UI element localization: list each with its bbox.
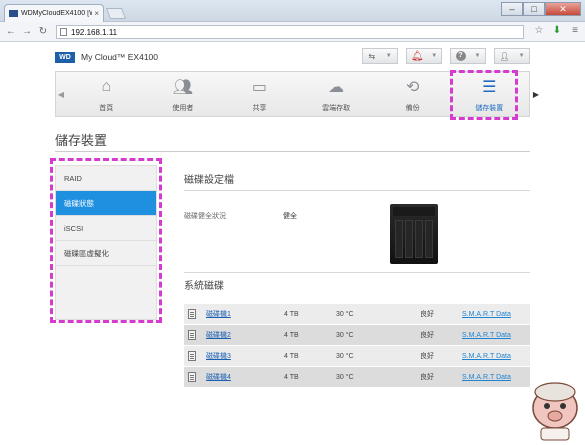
page-icon bbox=[60, 28, 67, 36]
section-divider bbox=[184, 272, 530, 273]
app-header: WD My Cloud™ EX4100 ⇆ ▼ 🔔︎ ▼ ? ▼ 👤︎ ▼ bbox=[55, 48, 530, 66]
user-icon: 👤︎ bbox=[499, 51, 510, 61]
nav-right-arrow-icon[interactable]: ▶ bbox=[531, 72, 541, 116]
disk-temperature: 30 °C bbox=[336, 331, 354, 339]
nas-device-image bbox=[390, 204, 438, 264]
disk-status: 良好 bbox=[420, 374, 434, 381]
disk-temperature: 30 °C bbox=[336, 310, 354, 318]
window-controls: – □ ✕ bbox=[501, 2, 581, 16]
app-name: My Cloud™ EX4100 bbox=[81, 52, 159, 62]
nav-home[interactable]: ⌂ 首頁 bbox=[68, 72, 145, 116]
table-row: 磁碟機2 4 TB 30 °C 良好 S.M.A.R.T Data bbox=[184, 325, 530, 346]
star-icon[interactable]: ☆ bbox=[533, 25, 545, 37]
chevron-down-icon: ▼ bbox=[474, 53, 481, 59]
browser-titlebar: WDMyCloudEX4100 [W × – □ ✕ bbox=[0, 0, 585, 22]
forward-arrow-icon[interactable]: → bbox=[20, 25, 34, 39]
disk-name-link[interactable]: 磁碟機4 bbox=[206, 372, 284, 382]
disk-status: 良好 bbox=[420, 353, 434, 360]
disk-name-link[interactable]: 磁碟機1 bbox=[206, 309, 284, 319]
disk-temperature: 30 °C bbox=[336, 373, 354, 381]
chevron-down-icon: ▼ bbox=[385, 53, 392, 59]
tab-close-icon[interactable]: × bbox=[94, 9, 99, 18]
smart-data-link[interactable]: S.M.A.R.T Data bbox=[462, 332, 530, 339]
page-title: 儲存裝置 bbox=[55, 133, 108, 148]
address-bar[interactable]: 192.168.1.11 bbox=[56, 25, 524, 39]
minimize-button[interactable]: – bbox=[501, 2, 523, 16]
browser-tab[interactable]: WDMyCloudEX4100 [W × bbox=[4, 4, 104, 22]
disk-icon bbox=[188, 309, 196, 319]
disk-icon bbox=[188, 372, 196, 382]
disk-health-value: 健全 bbox=[283, 213, 297, 220]
nav-label: 使用者 bbox=[172, 105, 194, 112]
nav-shares[interactable]: ▭ 共享 bbox=[221, 72, 298, 116]
maximize-button[interactable]: □ bbox=[523, 2, 545, 16]
user-button[interactable]: 👤︎ ▼ bbox=[494, 48, 530, 64]
title-divider bbox=[55, 151, 530, 152]
disk-size: 4 TB bbox=[284, 310, 299, 318]
section-divider bbox=[184, 190, 530, 191]
disk-size: 4 TB bbox=[284, 373, 299, 381]
browser-toolbar: ← → ↻ 192.168.1.11 ☆ ⬇ ≡ bbox=[0, 22, 585, 42]
nav-backup[interactable]: ⟲ 備份 bbox=[374, 72, 451, 116]
disk-name-link[interactable]: 磁碟機2 bbox=[206, 330, 284, 340]
home-icon: ⌂ bbox=[101, 78, 112, 95]
highlight-storage-nav bbox=[450, 70, 518, 120]
help-icon: ? bbox=[455, 51, 466, 61]
backup-icon: ⟲ bbox=[405, 79, 420, 96]
folder-icon: ▭ bbox=[251, 79, 268, 96]
new-tab-button[interactable] bbox=[105, 8, 127, 19]
nav-label: 首頁 bbox=[99, 105, 114, 112]
reload-icon[interactable]: ↻ bbox=[36, 25, 50, 39]
help-button[interactable]: ? ▼ bbox=[450, 48, 486, 64]
smart-data-link[interactable]: S.M.A.R.T Data bbox=[462, 311, 530, 318]
web-page: WD My Cloud™ EX4100 ⇆ ▼ 🔔︎ ▼ ? ▼ 👤︎ ▼ ◀ ⌂ 首頁 bbox=[0, 42, 585, 445]
highlight-sidebar bbox=[50, 158, 162, 323]
smart-data-link[interactable]: S.M.A.R.T Data bbox=[462, 353, 530, 360]
mascot-watermark-icon bbox=[532, 382, 578, 441]
chevron-down-icon: ▼ bbox=[518, 53, 525, 59]
nav-label: 備份 bbox=[405, 105, 420, 112]
users-icon: 👥︎ bbox=[172, 79, 194, 96]
nav-label: 共享 bbox=[252, 105, 267, 112]
close-window-button[interactable]: ✕ bbox=[545, 2, 581, 16]
wd-favicon-icon bbox=[9, 10, 18, 17]
disk-icon bbox=[188, 351, 196, 361]
toolbar-right-icons: ☆ ⬇ ≡ bbox=[533, 25, 581, 37]
disk-status: 良好 bbox=[420, 311, 434, 318]
disk-icon bbox=[188, 330, 196, 340]
cloud-icon: ☁ bbox=[328, 79, 345, 96]
header-controls: ⇆ ▼ 🔔︎ ▼ ? ▼ 👤︎ ▼ bbox=[362, 48, 530, 64]
menu-icon[interactable]: ≡ bbox=[569, 25, 581, 37]
nav-left-arrow-icon[interactable]: ◀ bbox=[56, 72, 66, 116]
tab-title: WDMyCloudEX4100 [W bbox=[21, 10, 93, 17]
table-row: 磁碟機4 4 TB 30 °C 良好 S.M.A.R.T Data bbox=[184, 367, 530, 388]
nav-cloud-access[interactable]: ☁ 雲端存取 bbox=[298, 72, 375, 116]
disk-health-label: 磁碟健全狀況 bbox=[184, 213, 226, 220]
table-row: 磁碟機1 4 TB 30 °C 良好 S.M.A.R.T Data bbox=[184, 304, 530, 325]
disk-size: 4 TB bbox=[284, 331, 299, 339]
table-row: 磁碟機3 4 TB 30 °C 良好 S.M.A.R.T Data bbox=[184, 346, 530, 367]
nav-users[interactable]: 👥︎ 使用者 bbox=[145, 72, 222, 116]
system-disks-table: 磁碟機1 4 TB 30 °C 良好 S.M.A.R.T Data 磁碟機2 4… bbox=[184, 304, 530, 388]
back-arrow-icon[interactable]: ← bbox=[4, 25, 18, 39]
disk-size: 4 TB bbox=[284, 352, 299, 360]
disk-temperature: 30 °C bbox=[336, 352, 354, 360]
nav-label: 雲端存取 bbox=[322, 105, 351, 112]
usb-icon: ⇆ bbox=[368, 51, 376, 61]
alerts-button[interactable]: 🔔︎ ▼ bbox=[406, 48, 442, 64]
usb-button[interactable]: ⇆ ▼ bbox=[362, 48, 398, 64]
smart-data-link[interactable]: S.M.A.R.T Data bbox=[462, 374, 530, 381]
chevron-down-icon: ▼ bbox=[431, 53, 438, 59]
disk-status: 良好 bbox=[420, 332, 434, 339]
download-arrow-icon[interactable]: ⬇ bbox=[551, 25, 563, 37]
url-text: 192.168.1.11 bbox=[71, 27, 118, 37]
system-disks-heading: 系統磁碟 bbox=[184, 281, 224, 292]
wd-logo: WD bbox=[55, 51, 75, 63]
disk-profile-heading: 磁碟設定檔 bbox=[184, 175, 234, 186]
bell-icon: 🔔︎ bbox=[410, 50, 424, 62]
disk-name-link[interactable]: 磁碟機3 bbox=[206, 351, 284, 361]
